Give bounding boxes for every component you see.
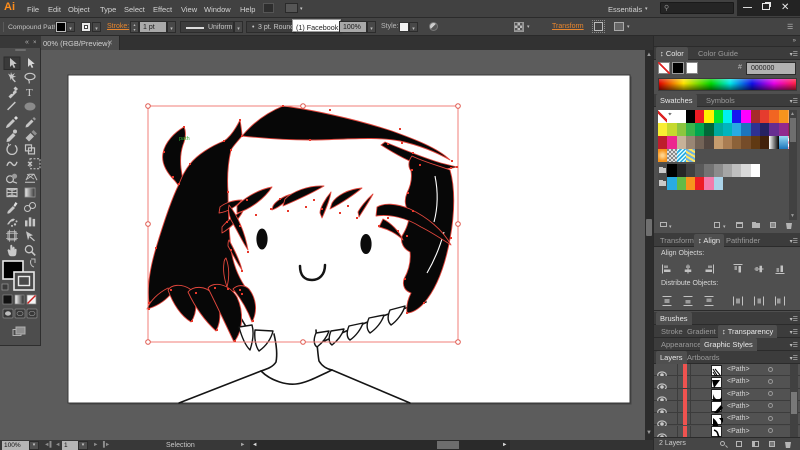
svg-text:×: × [33, 40, 37, 46]
svg-text:path: path [179, 136, 190, 142]
svg-text:T: T [26, 87, 33, 99]
svg-text:«: « [25, 39, 29, 46]
